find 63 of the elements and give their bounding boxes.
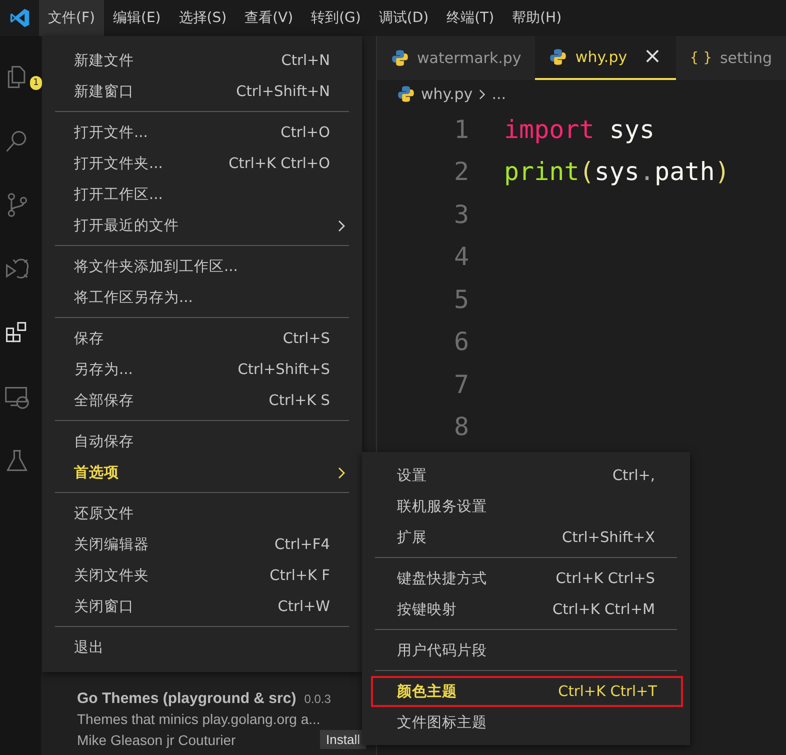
menu-item[interactable]: 键盘快捷方式 Ctrl+K Ctrl+S [362,563,690,594]
code-line: import sys [504,114,655,144]
tab-label: watermark.py [417,49,522,67]
menu-item[interactable]: 联机服务设置 [362,491,690,522]
menu-item[interactable]: 打开最近的文件 [42,210,362,241]
monitor-icon[interactable] [4,384,30,410]
tab-label: setting [720,49,772,67]
tab-label: why.py [575,48,628,66]
menu-item[interactable]: 按键映射 Ctrl+K Ctrl+M [362,594,690,625]
extension-author: Mike Gleason jr Couturier [77,732,236,748]
menu-bar-item[interactable]: 编辑(E) [104,0,170,36]
extension-version: 0.0.3 [304,692,331,706]
menu-bar-item[interactable]: 帮助(H) [503,0,571,36]
code-line: print(sys.path) [504,157,730,186]
breadcrumb-item[interactable]: why.py [421,85,473,103]
python-file-icon [391,49,409,67]
line-number: 5 [452,284,470,314]
line-number: 2 [452,157,470,186]
code-editor-logo-icon [9,7,31,29]
breadcrumb-item[interactable]: ... [492,85,506,103]
menu-item[interactable]: 打开文件夹... Ctrl+K Ctrl+O [42,148,362,179]
menu-item[interactable]: 自动保存 [42,426,362,457]
extension-title: Go Themes (playground & src) [77,690,296,707]
chevron-right-icon [478,88,486,100]
menu-item[interactable]: 将文件夹添加到工作区... [42,251,362,282]
menu-item[interactable]: 全部保存 Ctrl+K S [42,385,362,416]
menu-item[interactable]: 扩展 Ctrl+Shift+X [362,522,690,553]
menu-bar-item[interactable]: 终端(T) [438,0,504,36]
line-number: 8 [452,412,470,442]
menu-item[interactable]: 保存 Ctrl+S [42,323,362,354]
extension-description: Themes that minics play.golang.org a... [77,711,322,727]
menu-item[interactable]: 新建文件 Ctrl+N [42,45,362,76]
menu-bar-item[interactable]: 转到(G) [302,0,370,36]
menu-item[interactable]: 关闭窗口 Ctrl+W [42,591,362,622]
menu-item[interactable]: 打开文件... Ctrl+O [42,117,362,148]
flask-icon[interactable] [4,448,30,474]
menu-item[interactable]: 设置 Ctrl+, [362,460,690,491]
menu-bar-item[interactable]: 查看(V) [236,0,302,36]
notification-badge: 1 [30,76,42,90]
line-number: 4 [452,242,470,272]
menu-item[interactable]: 用户代码片段 [362,635,690,666]
menu-item[interactable]: 打开工作区... [42,179,362,210]
line-number: 1 [452,114,470,144]
python-file-icon [397,85,415,103]
menu-item[interactable]: 新建窗口 Ctrl+Shift+N [42,76,362,107]
line-number: 7 [452,370,470,399]
editor-tab[interactable]: why.py × [535,36,676,80]
python-file-icon [549,48,568,66]
menu-item[interactable]: 关闭编辑器 Ctrl+F4 [42,529,362,560]
line-number: 3 [452,200,470,229]
menu-item[interactable]: 首选项 [42,457,362,488]
install-button[interactable]: Install [320,730,366,749]
menu-item[interactable]: 还原文件 [42,498,362,529]
menu-item[interactable]: 另存为... Ctrl+Shift+S [42,354,362,385]
menu-item[interactable]: 将工作区另存为... [42,282,362,313]
close-tab-button[interactable]: × [643,46,662,68]
menu-item[interactable]: 退出 [42,632,362,663]
braces-icon: { } [690,50,712,66]
menu-item[interactable]: 关闭文件夹 Ctrl+K F [42,560,362,591]
menu-bar-item[interactable]: 文件(F) [39,0,104,36]
menu-bar-item[interactable]: 选择(S) [170,0,236,36]
menu-bar-item[interactable]: 调试(D) [370,0,438,36]
line-number: 6 [452,327,470,356]
